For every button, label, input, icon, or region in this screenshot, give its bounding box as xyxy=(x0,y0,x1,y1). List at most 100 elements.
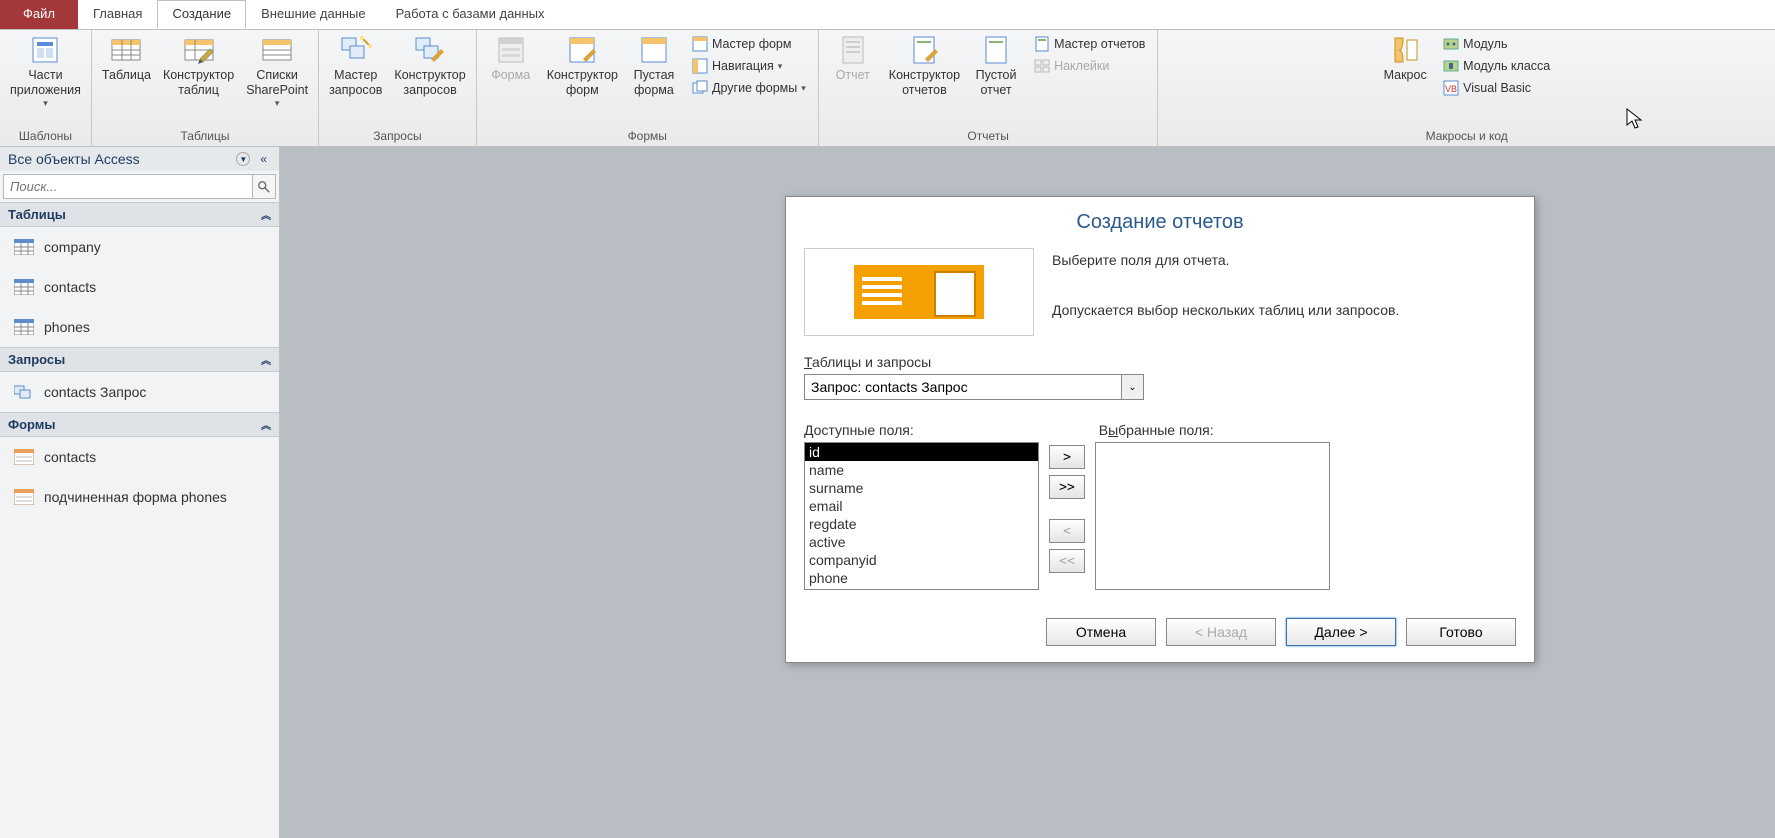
nav-header[interactable]: Все объекты Access ▼ « xyxy=(0,147,279,171)
nav-item-phones[interactable]: phones xyxy=(0,307,279,347)
form-icon xyxy=(495,34,527,66)
table-icon xyxy=(14,239,34,255)
collapse-icon[interactable]: ︽ xyxy=(261,207,271,222)
nav-search xyxy=(3,174,276,199)
form-icon xyxy=(14,449,34,465)
more-forms-icon xyxy=(692,80,708,96)
search-input[interactable] xyxy=(3,174,252,199)
sharepoint-lists-button[interactable]: СпискиSharePoint xyxy=(240,32,314,111)
query-design-button[interactable]: Конструкторзапросов xyxy=(388,32,471,100)
vb-icon: VB xyxy=(1443,80,1459,96)
form-design-button[interactable]: Конструкторформ xyxy=(541,32,624,100)
tables-queries-combo[interactable]: ⌄ xyxy=(804,374,1144,400)
list-item[interactable]: email xyxy=(805,497,1038,515)
visual-basic-button[interactable]: VBVisual Basic xyxy=(1439,78,1554,98)
nav-section-tables[interactable]: Таблицы︽ xyxy=(0,202,279,227)
nav-section-queries[interactable]: Запросы︽ xyxy=(0,347,279,372)
table-icon xyxy=(14,319,34,335)
available-fields-label: Доступные поля: xyxy=(804,422,914,438)
next-button[interactable]: Далее > xyxy=(1286,618,1396,646)
form-wizard-button[interactable]: Мастер форм xyxy=(688,34,810,54)
blank-report-button[interactable]: Пустойотчет xyxy=(966,32,1026,100)
tab-database-tools[interactable]: Работа с базами данных xyxy=(381,0,560,29)
list-item[interactable]: surname xyxy=(805,479,1038,497)
tab-external-data[interactable]: Внешние данные xyxy=(246,0,381,29)
labels-icon xyxy=(1034,58,1050,74)
nav-item-contacts[interactable]: contacts xyxy=(0,267,279,307)
combo-dropdown-button[interactable]: ⌄ xyxy=(1122,374,1144,400)
add-field-button[interactable]: > xyxy=(1049,445,1085,469)
selected-fields-list[interactable] xyxy=(1095,442,1330,590)
group-tables-label: Таблицы xyxy=(180,127,229,146)
report-wizard-icon xyxy=(1034,36,1050,52)
nav-collapse-button[interactable]: « xyxy=(256,151,271,167)
list-item[interactable]: active xyxy=(805,533,1038,551)
table-button[interactable]: Таблица xyxy=(96,32,157,85)
application-parts-button[interactable]: Частиприложения xyxy=(4,32,87,111)
finish-button[interactable]: Готово xyxy=(1406,618,1516,646)
nav-item-contacts-query[interactable]: contacts Запрос xyxy=(0,372,279,412)
add-all-button[interactable]: >> xyxy=(1049,475,1085,499)
work-area: Все объекты Access ▼ « Таблицы︽ company … xyxy=(0,147,1775,838)
search-icon xyxy=(257,180,271,194)
sharepoint-icon xyxy=(261,34,293,66)
sharepoint-label: СпискиSharePoint xyxy=(246,68,308,98)
blank-report-label: Пустойотчет xyxy=(976,68,1017,98)
query-wizard-label: Мастерзапросов xyxy=(329,68,382,98)
query-wizard-icon xyxy=(340,34,372,66)
macro-button[interactable]: Макрос xyxy=(1375,32,1435,85)
group-tables: Таблица Конструктортаблиц СпискиSharePoi… xyxy=(92,30,319,146)
nav-section-forms[interactable]: Формы︽ xyxy=(0,412,279,437)
nav-item-company[interactable]: company xyxy=(0,227,279,267)
navigation-icon xyxy=(692,58,708,74)
blank-form-button[interactable]: Пустаяформа xyxy=(624,32,684,100)
navigation-button[interactable]: Навигация xyxy=(688,56,810,76)
blank-form-label: Пустаяформа xyxy=(634,68,675,98)
nav-dropdown-icon[interactable]: ▼ xyxy=(236,152,250,166)
list-item[interactable]: phone xyxy=(805,569,1038,587)
group-queries-label: Запросы xyxy=(373,127,421,146)
search-button[interactable] xyxy=(252,174,276,199)
query-design-icon xyxy=(414,34,446,66)
list-item[interactable]: regdate xyxy=(805,515,1038,533)
report-button: Отчет xyxy=(823,32,883,85)
blank-report-icon xyxy=(980,34,1012,66)
more-forms-button[interactable]: Другие формы xyxy=(688,78,810,98)
module-button[interactable]: Модуль xyxy=(1439,34,1554,54)
group-templates-label: Шаблоны xyxy=(19,127,72,146)
ribbon: Частиприложения Шаблоны Таблица Конструк… xyxy=(0,29,1775,147)
wizard-image xyxy=(804,248,1034,336)
table-design-button[interactable]: Конструктортаблиц xyxy=(157,32,240,100)
table-design-label: Конструктортаблиц xyxy=(163,68,234,98)
tab-file[interactable]: Файл xyxy=(0,0,78,29)
report-wizard-button[interactable]: Мастер отчетов xyxy=(1030,34,1149,54)
tab-home[interactable]: Главная xyxy=(78,0,157,29)
report-label: Отчет xyxy=(836,68,870,83)
canvas: Создание отчетов Выберите поля для отчет… xyxy=(280,147,1775,838)
labels-button: Наклейки xyxy=(1030,56,1149,76)
list-item[interactable]: companyid xyxy=(805,551,1038,569)
back-button: < Назад xyxy=(1166,618,1276,646)
group-reports: Отчет Конструкторотчетов Пустойотчет Мас… xyxy=(819,30,1159,146)
table-icon xyxy=(110,34,142,66)
tables-queries-input[interactable] xyxy=(804,374,1122,400)
report-design-button[interactable]: Конструкторотчетов xyxy=(883,32,966,100)
nav-item-form-phones-sub[interactable]: подчиненная форма phones xyxy=(0,477,279,517)
cancel-button[interactable]: Отмена xyxy=(1046,618,1156,646)
group-forms-label: Формы xyxy=(628,127,667,146)
table-label: Таблица xyxy=(102,68,151,83)
nav-item-form-contacts[interactable]: contacts xyxy=(0,437,279,477)
class-module-button[interactable]: Модуль класса xyxy=(1439,56,1554,76)
collapse-icon[interactable]: ︽ xyxy=(261,417,271,432)
list-item[interactable]: name xyxy=(805,461,1038,479)
available-fields-list[interactable]: id name surname email regdate active com… xyxy=(804,442,1039,590)
group-queries: Мастерзапросов Конструкторзапросов Запро… xyxy=(319,30,477,146)
list-item[interactable]: id xyxy=(805,443,1038,461)
query-wizard-button[interactable]: Мастерзапросов xyxy=(323,32,388,100)
form-design-icon xyxy=(566,34,598,66)
collapse-icon[interactable]: ︽ xyxy=(261,352,271,367)
wizard-title: Создание отчетов xyxy=(804,211,1516,234)
tab-create[interactable]: Создание xyxy=(157,0,246,29)
tables-queries-label: Таблицы и запросы xyxy=(804,354,1516,370)
wizard-description: Выберите поля для отчета. Допускается вы… xyxy=(1052,248,1516,336)
